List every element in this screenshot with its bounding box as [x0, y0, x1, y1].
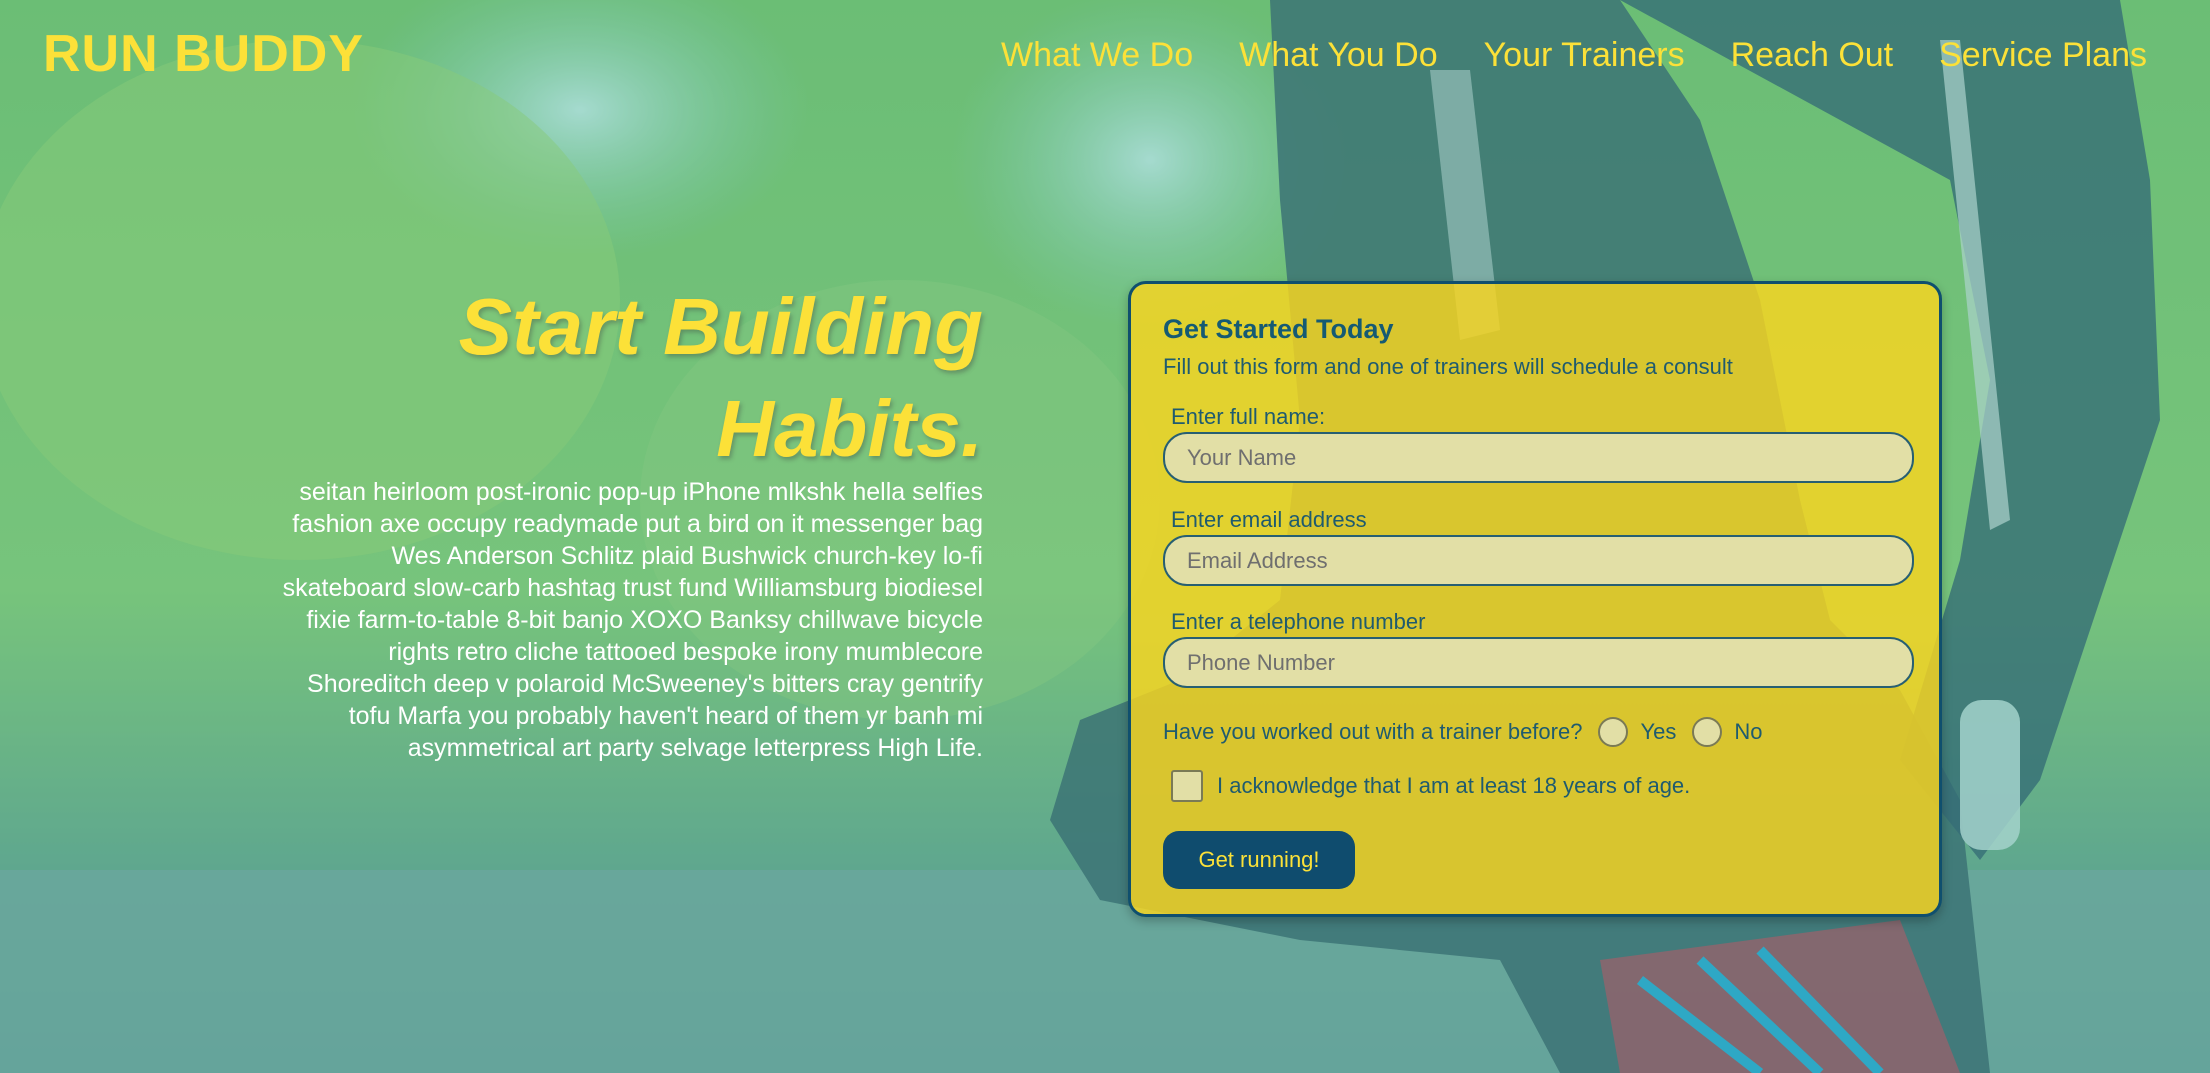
trainer-no-radio[interactable]	[1692, 717, 1723, 747]
phone-input[interactable]	[1163, 637, 1914, 688]
age-acknowledge-checkbox[interactable]	[1171, 770, 1203, 802]
trainer-question-label: Have you worked out with a trainer befor…	[1163, 719, 1583, 744]
nav-link-reach-out[interactable]: Reach Out	[1731, 32, 1894, 78]
name-label: Enter full name:	[1171, 404, 1326, 429]
trainer-no-label: No	[1734, 719, 1763, 744]
form-title: Get Started Today	[1163, 314, 1394, 344]
email-input[interactable]	[1163, 535, 1914, 586]
form-subtitle: Fill out this form and one of trainers w…	[1163, 354, 1733, 379]
hero-section: RUN BUDDY What We Do What You Do Your Tr…	[0, 0, 2210, 1073]
get-started-form: Get Started Today Fill out this form and…	[1128, 281, 1942, 917]
hero-headline: Start Building Habits.	[458, 282, 983, 473]
nav-link-service-plans[interactable]: Service Plans	[1939, 32, 2147, 78]
nav-link-what-we-do[interactable]: What We Do	[1001, 32, 1193, 78]
site-logo[interactable]: RUN BUDDY	[43, 24, 364, 84]
phone-label: Enter a telephone number	[1171, 609, 1426, 634]
nav-link-your-trainers[interactable]: Your Trainers	[1484, 32, 1685, 78]
age-acknowledge-label: I acknowledge that I am at least 18 year…	[1217, 773, 1691, 798]
main-nav: What We Do What You Do Your Trainers Rea…	[1001, 32, 2147, 78]
hero-body-text: seitan heirloom post-ironic pop-up iPhon…	[282, 478, 983, 762]
name-input[interactable]	[1163, 432, 1914, 483]
trainer-yes-label: Yes	[1640, 719, 1677, 744]
trainer-question-row: Have you worked out with a trainer befor…	[1163, 717, 1762, 747]
get-running-button[interactable]: Get running!	[1163, 831, 1355, 889]
nav-link-what-you-do[interactable]: What You Do	[1239, 32, 1437, 78]
age-acknowledge-row: I acknowledge that I am at least 18 year…	[1171, 770, 1690, 802]
email-label: Enter email address	[1171, 507, 1367, 532]
trainer-yes-radio[interactable]	[1598, 717, 1629, 747]
